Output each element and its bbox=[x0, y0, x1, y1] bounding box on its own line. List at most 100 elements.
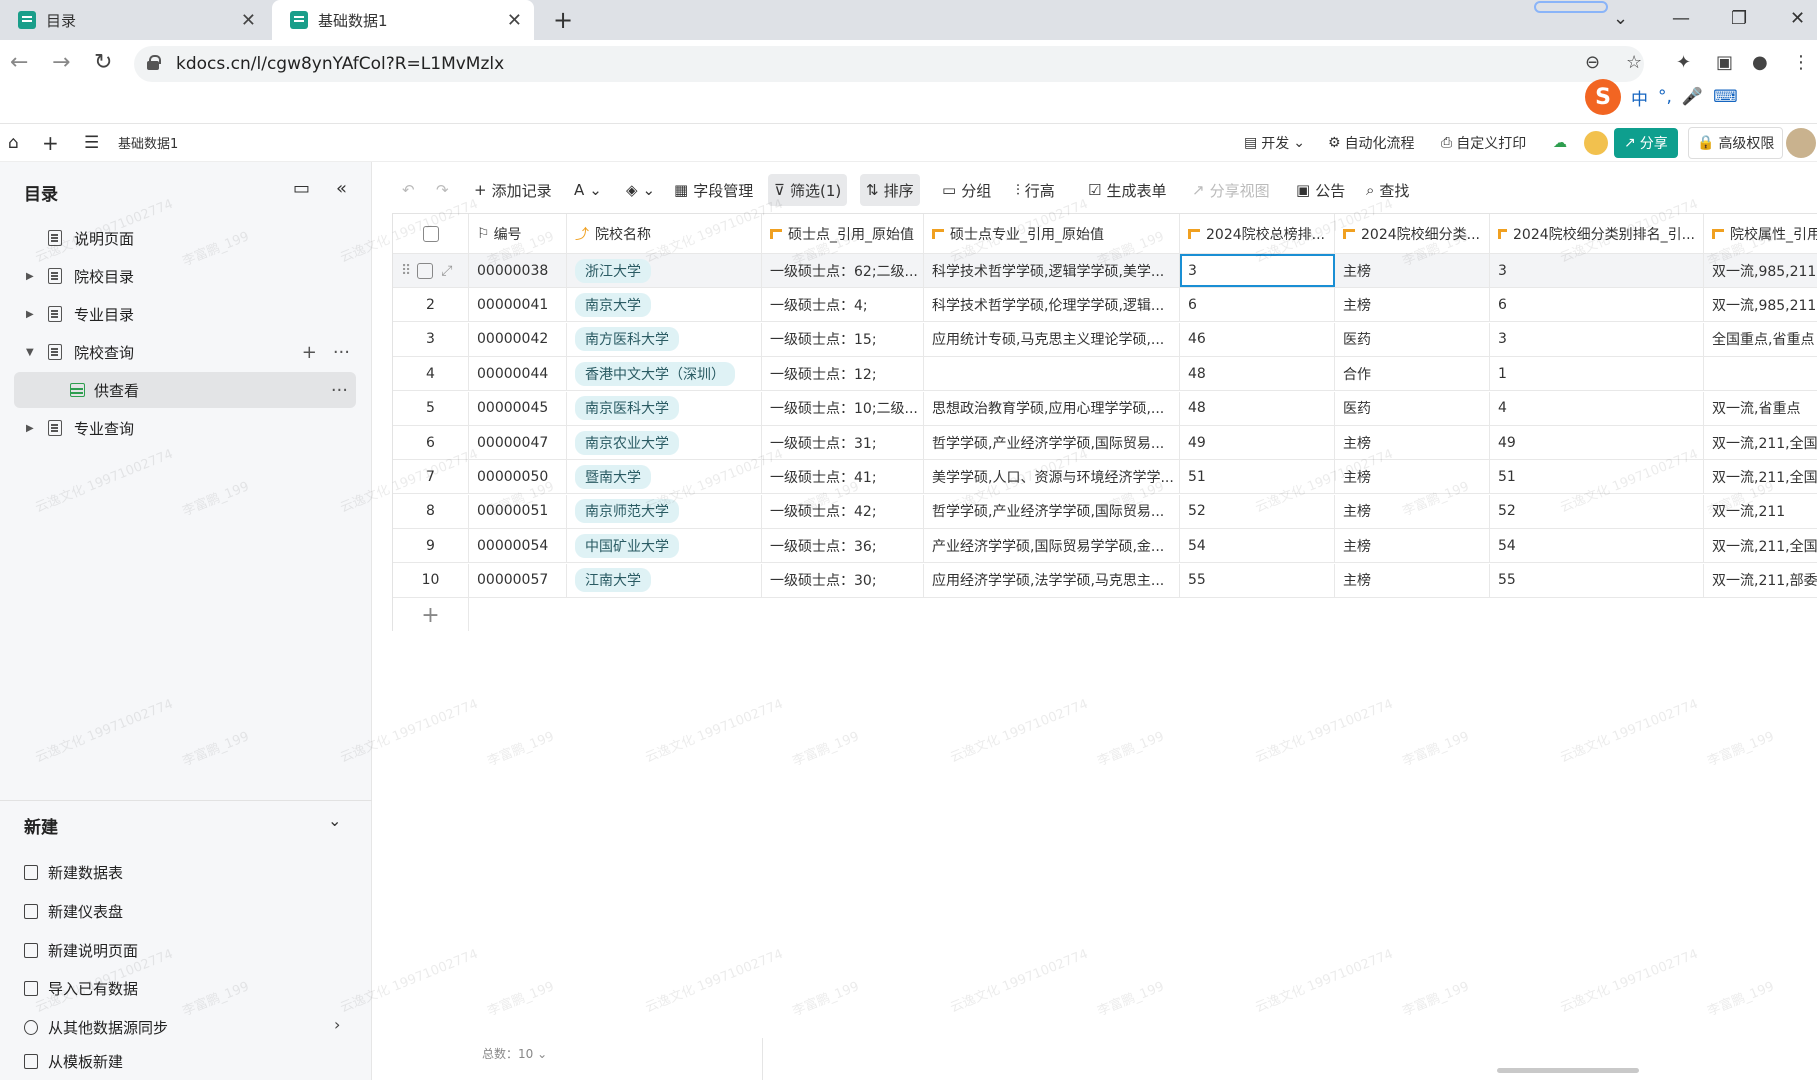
expand-arrow-icon[interactable]: ▶ bbox=[26, 271, 34, 282]
fill-color-button[interactable]: ◈ ⌄ bbox=[620, 174, 661, 206]
table-cell[interactable]: 00000047 bbox=[469, 426, 567, 459]
share-view-button[interactable]: ↗ 分享视图 bbox=[1186, 174, 1276, 206]
column-header[interactable]: 2024院校细分类... bbox=[1335, 214, 1490, 253]
column-header[interactable]: 院校属性_引用 bbox=[1704, 214, 1817, 253]
table-cell[interactable]: 00000054 bbox=[469, 529, 567, 563]
new-section-title[interactable]: 新建 bbox=[24, 813, 58, 838]
table-cell[interactable]: 一级硕士点：41; bbox=[762, 460, 924, 494]
zoom-icon[interactable]: ⊖ bbox=[1585, 52, 1600, 73]
new-tab-plus-icon[interactable]: + bbox=[553, 6, 573, 34]
table-row[interactable]: 3 00000042 南方医科大学 一级硕士点：15; 应用统计专硕,马克思主义理论学硕… bbox=[393, 322, 1817, 357]
table-cell[interactable]: 中国矿业大学 bbox=[567, 529, 762, 563]
table-cell[interactable]: 一级硕士点：36; bbox=[762, 529, 924, 563]
more-icon[interactable]: ··· bbox=[331, 380, 348, 401]
select-all-checkbox[interactable] bbox=[393, 214, 469, 253]
table-cell[interactable]: 10 bbox=[393, 563, 469, 597]
new-datasheet-button[interactable]: 新建数据表 bbox=[24, 862, 123, 883]
table-cell[interactable]: 55 bbox=[1490, 563, 1704, 597]
lock-icon[interactable] bbox=[147, 55, 161, 70]
chevron-down-icon[interactable]: ⌄ bbox=[328, 811, 341, 830]
collapse-icon[interactable]: « bbox=[336, 178, 347, 199]
table-cell[interactable]: 主榜 bbox=[1335, 494, 1490, 528]
sync-source-button[interactable]: 从其他数据源同步 bbox=[24, 1017, 168, 1038]
table-cell[interactable]: 南京大学 bbox=[567, 288, 762, 322]
table-cell[interactable]: 49 bbox=[1490, 426, 1704, 459]
dev-button[interactable]: ▤ 开发 ⌄ bbox=[1244, 133, 1305, 153]
doc-title[interactable]: 基础数据1 bbox=[118, 133, 178, 152]
table-row[interactable]: 9 00000054 中国矿业大学 一级硕士点：36; 产业经济学学硕,国际贸易学学硕,… bbox=[393, 529, 1817, 564]
menu-icon[interactable]: ☰ bbox=[84, 133, 99, 153]
filter-button[interactable]: ⊽ 筛选(1) bbox=[768, 174, 848, 206]
window-close-icon[interactable]: ✕ bbox=[1790, 8, 1805, 29]
table-cell[interactable]: 00000038 bbox=[469, 254, 567, 287]
table-cell[interactable]: 00000041 bbox=[469, 288, 567, 322]
close-icon[interactable]: ✕ bbox=[507, 10, 522, 31]
table-cell[interactable]: 4 bbox=[1490, 391, 1704, 425]
table-cell[interactable]: 一级硕士点：30; bbox=[762, 563, 924, 597]
table-cell[interactable]: 一级硕士点：42; bbox=[762, 494, 924, 528]
table-cell[interactable]: 南京农业大学 bbox=[567, 426, 762, 459]
table-cell[interactable]: 48 bbox=[1180, 391, 1335, 425]
expand-row-icon[interactable]: ⤢ bbox=[441, 263, 452, 279]
add-icon[interactable]: + bbox=[302, 342, 317, 363]
table-cell[interactable]: 一级硕士点：4; bbox=[762, 288, 924, 322]
table-cell[interactable]: 3 bbox=[1490, 322, 1704, 356]
table-cell[interactable]: 一级硕士点：10;二级... bbox=[762, 391, 924, 425]
menu-kebab-icon[interactable]: ⋮ bbox=[1792, 52, 1810, 73]
table-cell[interactable]: 双一流,211,部委 bbox=[1704, 564, 1817, 597]
table-cell[interactable]: 2 bbox=[393, 288, 469, 322]
table-row[interactable]: 6 00000047 南京农业大学 一级硕士点：31; 哲学学硕,产业经济学学硕,国际贸… bbox=[393, 426, 1817, 460]
user-avatar[interactable] bbox=[1786, 127, 1816, 158]
table-cell[interactable]: 1 bbox=[1490, 357, 1704, 391]
table-cell[interactable]: 48 bbox=[1180, 357, 1335, 391]
table-cell[interactable]: 51 bbox=[1490, 460, 1704, 494]
table-cell[interactable]: 美学学硕,人口、资源与环境经济学学... bbox=[924, 460, 1180, 494]
browser-tab-basic-data[interactable]: 基础数据1 ✕ bbox=[272, 0, 534, 40]
table-cell[interactable]: 54 bbox=[1180, 529, 1335, 563]
close-icon[interactable]: ✕ bbox=[241, 10, 256, 31]
table-cell[interactable]: 医药 bbox=[1335, 391, 1490, 425]
cloud-sync-icon[interactable]: ☁ bbox=[1553, 135, 1567, 151]
table-cell[interactable]: ⠿ ⤢ bbox=[393, 254, 469, 287]
table-cell[interactable]: 3 bbox=[1180, 254, 1335, 287]
table-cell[interactable]: 双一流,985,211,全 bbox=[1704, 254, 1817, 287]
table-cell[interactable]: 香港中文大学（深圳） bbox=[567, 357, 762, 391]
table-cell[interactable]: 46 bbox=[1180, 322, 1335, 356]
table-cell[interactable]: 00000050 bbox=[469, 460, 567, 494]
table-cell[interactable]: 一级硕士点：62;二级... bbox=[762, 254, 924, 287]
star-icon[interactable]: ☆ bbox=[1626, 52, 1642, 73]
account-icon[interactable]: ● bbox=[1752, 52, 1768, 73]
table-cell[interactable]: 医药 bbox=[1335, 322, 1490, 356]
expand-arrow-icon[interactable]: ▶ bbox=[26, 309, 34, 320]
table-cell[interactable]: 00000057 bbox=[469, 563, 567, 597]
add-record-button[interactable]: + 添加记录 bbox=[468, 174, 558, 206]
table-cell[interactable]: 52 bbox=[1490, 494, 1704, 528]
layout-icon[interactable]: ▭ bbox=[293, 178, 310, 199]
group-button[interactable]: ▭ 分组 bbox=[936, 174, 997, 206]
redo-icon[interactable]: ↷ bbox=[430, 174, 455, 206]
table-cell[interactable]: 8 bbox=[393, 494, 469, 528]
table-cell[interactable]: 双一流,省重点 bbox=[1704, 392, 1817, 425]
table-cell[interactable]: 52 bbox=[1180, 494, 1335, 528]
table-cell[interactable]: 双一流,211,全国 bbox=[1704, 426, 1817, 459]
expand-arrow-icon[interactable]: ▶ bbox=[26, 423, 34, 434]
table-cell[interactable]: 思想政治教育学硕,应用心理学学硕,... bbox=[924, 391, 1180, 425]
sogou-logo-icon[interactable]: S bbox=[1585, 79, 1621, 115]
row-height-button[interactable]: ⫶ 行高 bbox=[1010, 174, 1061, 206]
extensions-icon[interactable]: ✦ bbox=[1676, 52, 1691, 73]
table-cell[interactable]: 主榜 bbox=[1335, 426, 1490, 459]
back-arrow-icon[interactable]: ← bbox=[10, 50, 28, 75]
text-color-button[interactable]: A ⌄ bbox=[568, 174, 608, 206]
column-header[interactable]: ⚐ 编号 bbox=[469, 214, 567, 253]
table-cell[interactable]: 产业经济学学硕,国际贸易学学硕,金... bbox=[924, 529, 1180, 563]
table-cell[interactable]: 暨南大学 bbox=[567, 460, 762, 494]
table-cell[interactable]: 应用统计专硕,马克思主义理论学硕,... bbox=[924, 322, 1180, 356]
punctuation-icon[interactable]: °, bbox=[1658, 87, 1672, 107]
chevron-down-icon[interactable]: ⌄ bbox=[1613, 8, 1628, 29]
keyboard-icon[interactable]: ⌨ bbox=[1713, 87, 1738, 107]
sidepanel-icon[interactable]: ▣ bbox=[1716, 52, 1733, 73]
table-cell[interactable]: 全国重点,省重点 bbox=[1704, 323, 1817, 356]
sidebar-item-view[interactable]: 供查看 ··· bbox=[14, 372, 356, 408]
table-cell[interactable]: 7 bbox=[393, 460, 469, 494]
table-cell[interactable]: 主榜 bbox=[1335, 254, 1490, 287]
